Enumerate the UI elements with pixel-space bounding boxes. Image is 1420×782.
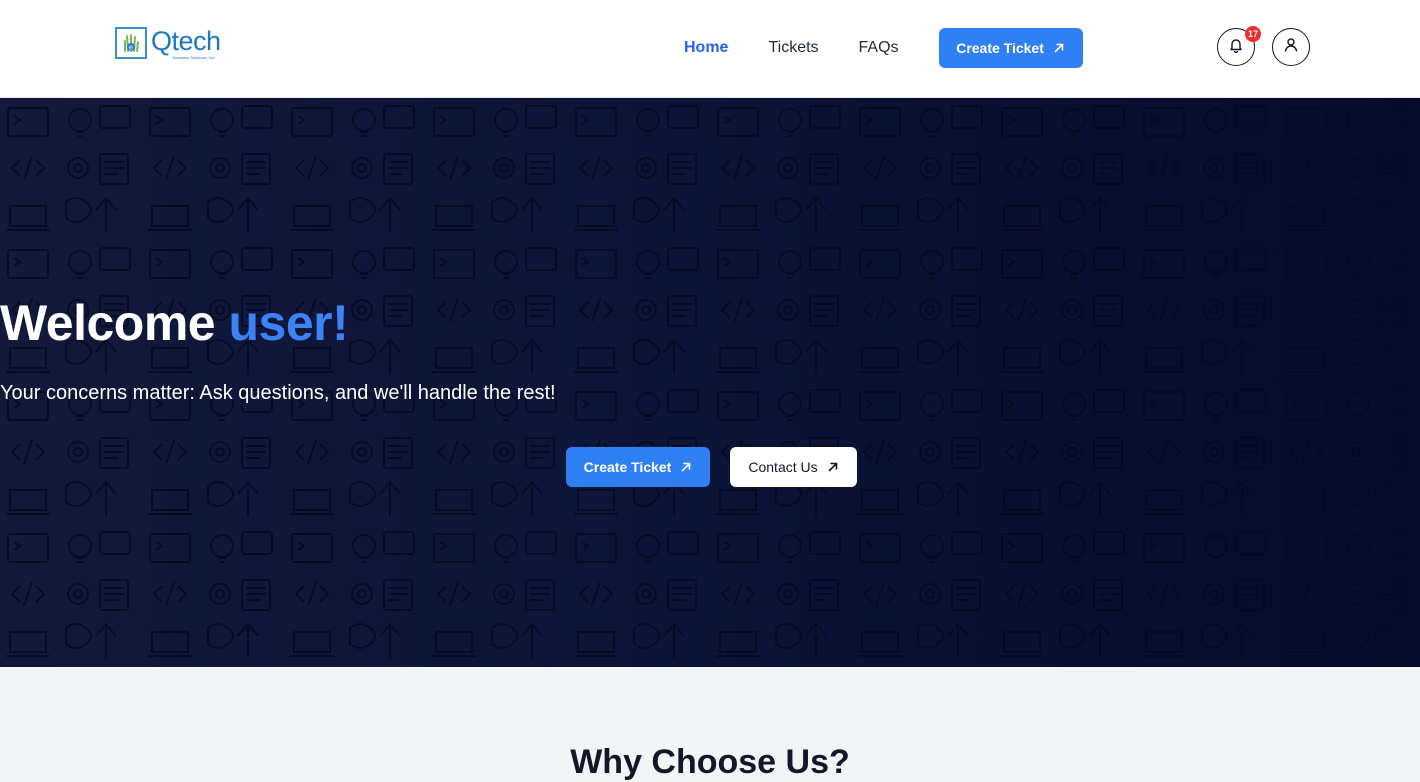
logo-tagline: Business Solutions, Inc. — [173, 55, 216, 60]
arrow-up-right-icon — [827, 461, 839, 473]
hero-subtitle: Your concerns matter: Ask questions, and… — [0, 382, 556, 404]
notification-count-badge: 17 — [1245, 26, 1261, 42]
main-nav: Home Tickets FAQs Create Ticket — [684, 28, 1083, 68]
logo-text-group: Qtech Business Solutions, Inc. — [151, 27, 221, 61]
bell-icon — [1228, 37, 1244, 58]
why-choose-us-heading: Why Choose Us? — [570, 743, 850, 781]
arrow-up-right-icon — [1053, 42, 1065, 54]
contact-us-label: Contact Us — [748, 459, 818, 475]
hero-title-accent: user! — [228, 295, 349, 351]
contact-us-button[interactable]: Contact Us — [730, 447, 857, 487]
nav-tickets[interactable]: Tickets — [768, 39, 818, 57]
logo-mark: e — [115, 27, 147, 59]
hero-title: Welcome user! — [0, 294, 1420, 352]
user-icon — [1283, 37, 1299, 58]
notifications-button[interactable]: 17 — [1217, 26, 1261, 66]
hero-actions: Create Ticket Contact Us — [566, 447, 857, 487]
hero-create-ticket-button[interactable]: Create Ticket — [566, 447, 710, 487]
nav-faqs[interactable]: FAQs — [859, 39, 899, 57]
nav-home[interactable]: Home — [684, 39, 728, 57]
arrow-up-right-icon — [680, 461, 692, 473]
hero-create-ticket-label: Create Ticket — [583, 459, 672, 475]
header-create-ticket-button[interactable]: Create Ticket — [938, 28, 1083, 68]
logo-wordmark: Qtech — [151, 26, 221, 56]
hero-title-prefix: Welcome — [0, 295, 216, 351]
hero-section: Welcome user! Your concerns matter: Ask … — [0, 98, 1420, 667]
logo[interactable]: e Qtech Business Solutions, Inc. — [115, 27, 221, 61]
header-create-ticket-label: Create Ticket — [956, 40, 1044, 56]
profile-button[interactable] — [1272, 28, 1310, 66]
site-header: e Qtech Business Solutions, Inc. Home Ti… — [0, 0, 1420, 98]
svg-text:e: e — [129, 45, 133, 52]
